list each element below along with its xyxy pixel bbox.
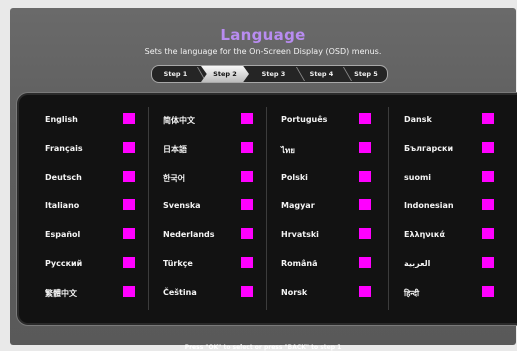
language-option-label[interactable]: Italiano <box>45 201 79 210</box>
column-divider <box>388 107 389 310</box>
page-title: Language <box>220 26 306 44</box>
language-option-label[interactable]: हिन्दी <box>404 288 419 299</box>
language-option-label[interactable]: Ελληνικά <box>404 230 445 239</box>
language-checkbox[interactable] <box>359 228 371 240</box>
language-option-label[interactable]: Hrvatski <box>281 230 319 239</box>
column-divider <box>266 107 267 310</box>
language-option-label[interactable]: Български <box>404 144 453 153</box>
language-option-label[interactable]: Português <box>281 115 327 124</box>
language-checkbox[interactable] <box>359 113 371 124</box>
language-option-label[interactable]: ไทย <box>281 144 295 157</box>
language-checkbox[interactable] <box>123 257 135 268</box>
language-option-label[interactable]: Svenska <box>163 201 201 210</box>
page-subtitle: Sets the language for the On-Screen Disp… <box>144 47 382 56</box>
language-option-label[interactable]: Français <box>45 144 83 153</box>
language-option-label[interactable]: English <box>45 115 78 124</box>
language-option-label[interactable]: 한국어 <box>163 173 185 184</box>
language-option-label[interactable]: Русский <box>45 259 82 268</box>
language-checkbox[interactable] <box>359 285 371 297</box>
language-checkbox[interactable] <box>482 228 494 240</box>
language-option-label[interactable]: 简体中文 <box>163 115 195 126</box>
language-wizard-window: Language Sets the language for the On-Sc… <box>10 8 517 351</box>
language-option-label[interactable]: suomi <box>404 173 431 182</box>
language-checkbox[interactable] <box>241 170 253 182</box>
language-checkbox[interactable] <box>123 199 135 211</box>
language-option-label[interactable]: Nederlands <box>163 230 215 239</box>
language-checkbox[interactable] <box>241 285 253 297</box>
language-checkbox[interactable] <box>482 285 494 297</box>
language-checkbox[interactable] <box>123 285 135 297</box>
column-divider <box>148 107 149 310</box>
language-option-label[interactable]: Čeština <box>163 288 197 297</box>
language-checkbox[interactable] <box>482 170 494 182</box>
language-checkbox[interactable] <box>241 141 253 153</box>
language-checkbox[interactable] <box>241 257 253 268</box>
language-option-label[interactable]: 日本語 <box>163 144 187 155</box>
language-checkbox[interactable] <box>482 199 494 211</box>
language-checkbox[interactable] <box>123 141 135 153</box>
language-checkbox[interactable] <box>241 228 253 240</box>
language-option-label[interactable]: Dansk <box>404 115 432 124</box>
language-option-label[interactable]: 繁體中文 <box>45 288 77 299</box>
language-option-label[interactable]: Türkçe <box>163 259 193 268</box>
language-option-label[interactable]: Deutsch <box>45 173 82 182</box>
language-checkbox[interactable] <box>123 113 135 124</box>
language-checkbox[interactable] <box>359 257 371 268</box>
language-option-label[interactable]: Norsk <box>281 288 307 297</box>
navigation-hint: Press "OK" to select or press "BACK" to … <box>184 344 342 351</box>
language-option-label[interactable]: Español <box>45 230 80 239</box>
language-checkbox[interactable] <box>241 113 253 124</box>
language-checkbox[interactable] <box>359 141 371 153</box>
language-option-label[interactable]: Magyar <box>281 201 315 210</box>
language-grid-panel: English Français Deutsch Italiano Español Рус… <box>16 92 517 326</box>
wizard-stepper: Step 1 Step 2 Step 3 Step 4 Step 5 <box>151 65 388 83</box>
step-5[interactable]: Step 5 <box>345 66 387 82</box>
language-option-label[interactable]: Română <box>281 259 317 268</box>
language-checkbox[interactable] <box>359 199 371 211</box>
language-checkbox[interactable] <box>482 113 494 124</box>
language-checkbox[interactable] <box>359 170 371 182</box>
language-checkbox[interactable] <box>123 170 135 182</box>
language-option-label[interactable]: العربية <box>404 259 430 268</box>
language-checkbox[interactable] <box>482 141 494 153</box>
step-2-active[interactable]: Step 2 <box>201 66 249 82</box>
language-checkbox[interactable] <box>482 257 494 268</box>
language-checkbox[interactable] <box>241 199 253 211</box>
language-option-label[interactable]: Polski <box>281 173 308 182</box>
language-option-label[interactable]: Indonesian <box>404 201 454 210</box>
language-checkbox[interactable] <box>123 228 135 240</box>
